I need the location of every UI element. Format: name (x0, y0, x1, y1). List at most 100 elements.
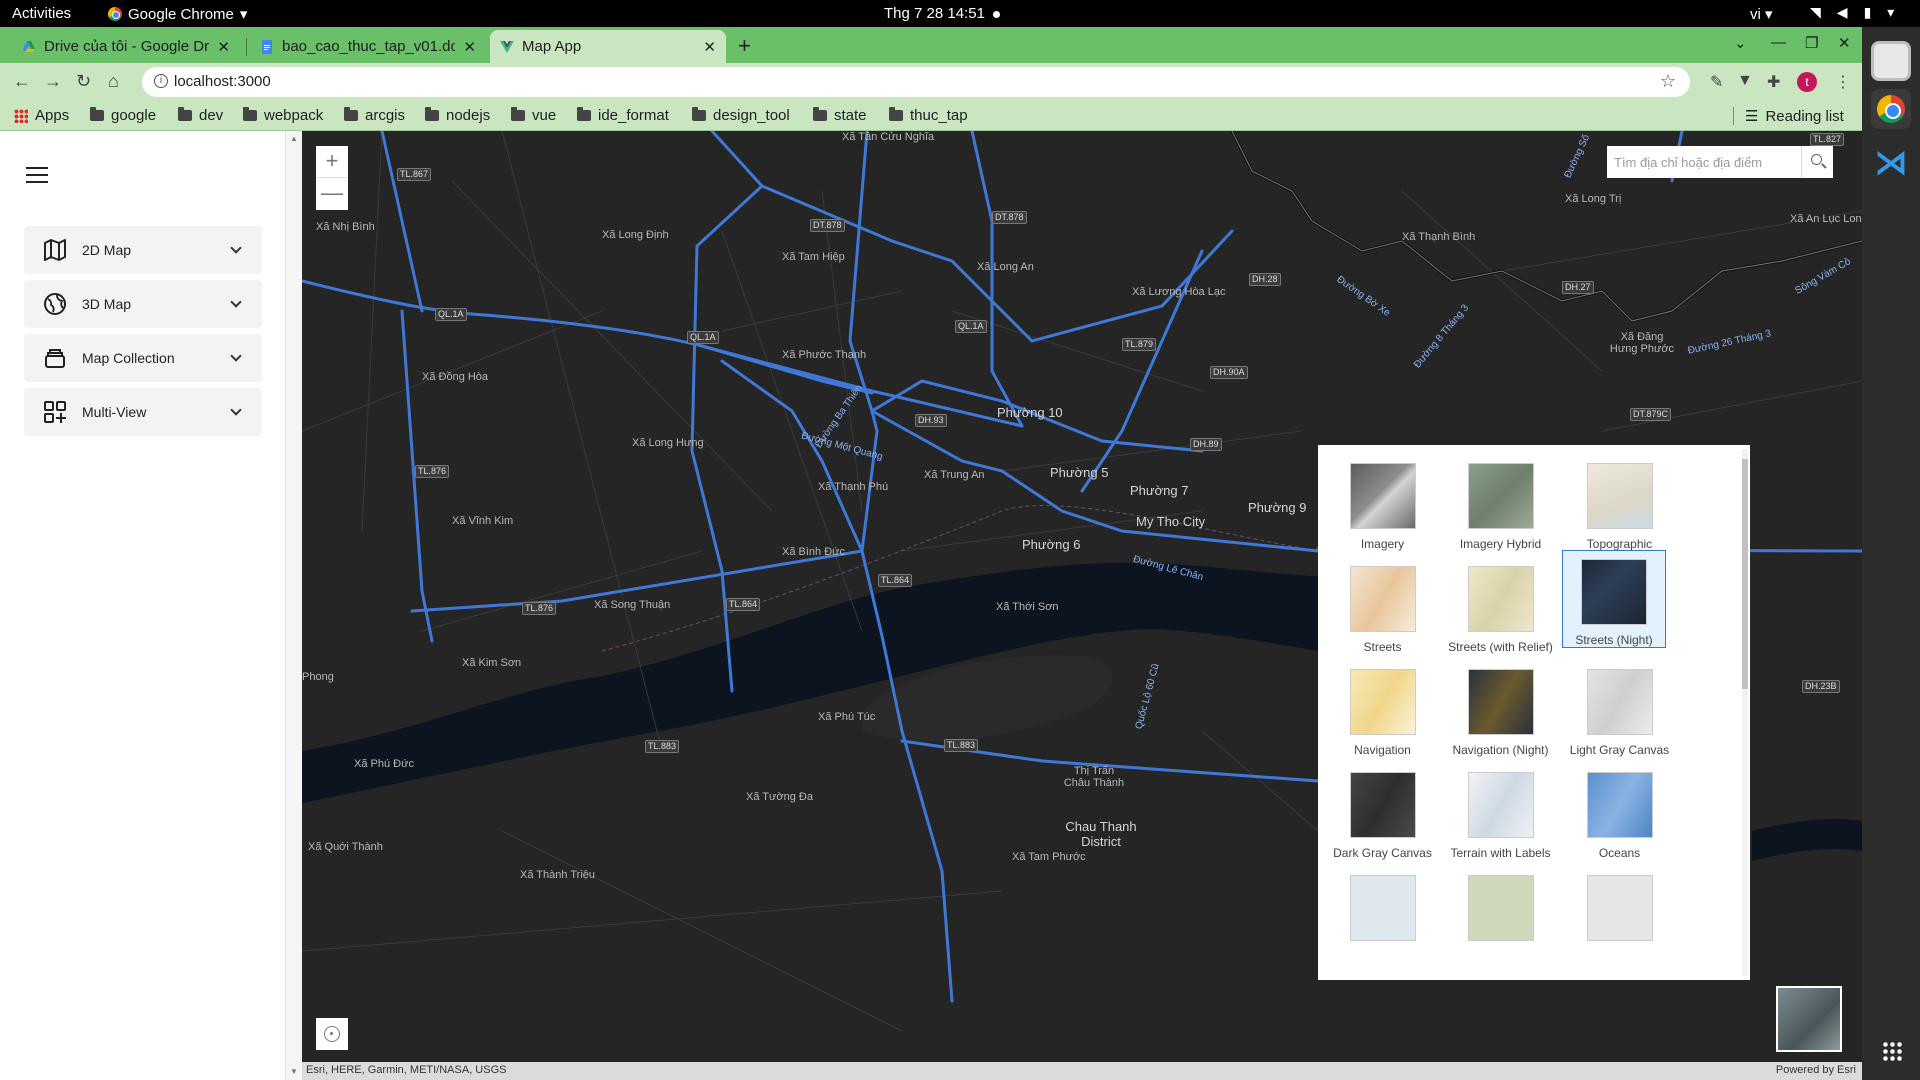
puzzle-icon[interactable]: ✚ (1767, 72, 1780, 92)
powered-by[interactable]: Powered by Esri (1776, 1064, 1856, 1076)
bookmark-apps[interactable]: Apps (14, 107, 69, 124)
sidebar-item-map-collection[interactable]: Map Collection (24, 334, 262, 382)
google-docs-icon (262, 39, 272, 54)
basemap-item-dark-gray[interactable]: Dark Gray Canvas (1330, 764, 1435, 862)
chevron-down-icon[interactable] (230, 296, 242, 308)
tab-docs[interactable]: bao_cao_thuc_tap_v01.do ✕ (250, 30, 486, 63)
new-tab-button[interactable]: + (738, 33, 751, 59)
basemap-item-topographic[interactable]: Topographic (1567, 455, 1672, 553)
folder-icon (577, 107, 591, 121)
map-view[interactable]: Xã Tân Cửu Nghĩa Xã Nhị Bình Xã Long Địn… (302, 131, 1862, 1080)
sidebar-item-multi-view[interactable]: Multi-View (24, 388, 262, 436)
web-page: 2D Map 3D Map Map Collection Multi-View … (0, 131, 1862, 1080)
basemap-thumbnail (1467, 463, 1534, 529)
input-language[interactable]: vi ▾ (1750, 5, 1773, 23)
basemap-item-terrain[interactable]: Terrain with Labels (1448, 764, 1553, 862)
close-icon[interactable]: ✕ (463, 38, 476, 56)
tab-search-icon[interactable]: ⌄ (1734, 34, 1747, 52)
locate-button[interactable] (316, 1018, 348, 1050)
kebab-menu-icon[interactable]: ⋮ (1835, 72, 1851, 92)
basemap-item-light-gray[interactable]: Light Gray Canvas (1567, 661, 1672, 759)
basemap-toggle[interactable] (1776, 986, 1842, 1052)
basemap-item-imagery[interactable]: Imagery (1330, 455, 1435, 553)
chevron-down-icon[interactable] (230, 404, 242, 416)
tab-separator (246, 38, 247, 56)
bookmark-folder[interactable]: arcgis (344, 107, 405, 124)
sidebar-item-2d-map[interactable]: 2D Map (24, 226, 262, 274)
page-scrollbar[interactable]: ▲ ▼ (286, 131, 302, 1080)
basemap-item-imagery-hybrid[interactable]: Imagery Hybrid (1448, 455, 1553, 553)
chevron-down-icon[interactable] (230, 242, 242, 254)
bookmark-folder[interactable]: design_tool (692, 107, 790, 124)
back-icon[interactable]: ← (13, 71, 31, 92)
map-label: Thị Trấn Châu Thành (1063, 765, 1125, 789)
close-icon[interactable]: ✕ (217, 38, 230, 56)
map-label: Xã Kim Sơn (462, 657, 522, 669)
map-label: Xã Trung An (924, 469, 985, 481)
hamburger-menu-icon[interactable] (26, 167, 48, 183)
chevron-down-icon[interactable] (230, 350, 242, 362)
basemap-thumbnail (1586, 669, 1653, 735)
bookmark-folder[interactable]: google (90, 107, 156, 124)
map-label: Xã Long Trị (1565, 193, 1622, 205)
basemap-item-more[interactable] (1567, 867, 1672, 965)
search-input[interactable] (1607, 146, 1801, 178)
tab-drive[interactable]: Drive của tôi - Google Dri ✕ (12, 30, 240, 63)
bookmark-star-icon[interactable]: ☆ (1660, 71, 1676, 92)
sidebar-item-3d-map[interactable]: 3D Map (24, 280, 262, 328)
home-icon[interactable]: ⌂ (108, 71, 119, 92)
battery-icon: ▮ (1863, 4, 1872, 20)
bookmark-folder[interactable]: webpack (243, 107, 323, 124)
map-label: Xã Thạnh Phú (818, 481, 889, 493)
basemap-item-streets-relief[interactable]: Streets (with Relief) (1448, 558, 1553, 656)
bookmark-folder[interactable]: state (813, 107, 867, 124)
bookmark-folder[interactable]: ide_format (577, 107, 669, 124)
close-icon[interactable]: ✕ (703, 38, 716, 56)
bookmark-folder[interactable]: vue (511, 107, 556, 124)
profile-avatar[interactable]: t (1797, 72, 1817, 92)
basemap-item-more[interactable] (1330, 867, 1435, 965)
files-icon[interactable] (1871, 41, 1911, 81)
search-button[interactable] (1801, 146, 1833, 178)
basemap-label: Imagery (1360, 537, 1405, 551)
search-widget (1607, 146, 1833, 178)
clock[interactable]: Thg 7 28 14:51 (884, 5, 985, 22)
basemap-thumbnail (1349, 669, 1416, 735)
scroll-down-icon[interactable]: ▼ (290, 1067, 298, 1076)
forward-icon[interactable]: → (44, 71, 62, 92)
basemap-item-more[interactable] (1448, 867, 1553, 965)
bookmark-folder[interactable]: thuc_tap (889, 107, 968, 124)
map-label: Xã Vĩnh Kim (452, 515, 514, 527)
site-info-icon[interactable]: i (154, 74, 168, 88)
basemap-item-navigation-night[interactable]: Navigation (Night) (1448, 661, 1553, 759)
gallery-scrollbar-thumb[interactable] (1742, 459, 1748, 689)
zoom-out-button[interactable]: — (316, 178, 348, 210)
vscode-icon[interactable]: ⋊ (1871, 143, 1911, 183)
vue-devtools-icon[interactable]: ▼ (1737, 72, 1753, 90)
extension-icon[interactable]: ✎ (1710, 72, 1723, 92)
address-bar[interactable]: i localhost:3000 ☆ (142, 67, 1690, 97)
bookmark-folder[interactable]: dev (178, 107, 223, 124)
reload-icon[interactable]: ↻ (76, 71, 91, 92)
scroll-up-icon[interactable]: ▲ (290, 134, 298, 143)
tab-map-app[interactable]: Map App ✕ (490, 30, 726, 63)
apps-grid-icon (14, 108, 28, 123)
bookmark-folder[interactable]: nodejs (425, 107, 490, 124)
reading-list-button[interactable]: ☰ Reading list (1745, 107, 1844, 126)
maximize-button[interactable]: ❐ (1805, 34, 1818, 52)
basemap-item-streets-night[interactable]: Streets (Night) (1562, 550, 1666, 648)
basemap-item-oceans[interactable]: Oceans (1567, 764, 1672, 862)
show-apps-icon[interactable] (1882, 1041, 1902, 1061)
road-shield: DH.28 (1249, 273, 1281, 286)
zoom-in-button[interactable]: + (316, 146, 348, 178)
minimize-button[interactable]: — (1771, 34, 1786, 51)
basemap-item-streets[interactable]: Streets (1330, 558, 1435, 656)
chrome-icon[interactable] (1871, 89, 1911, 129)
app-menu[interactable]: Google Chrome ▾ (108, 5, 247, 23)
basemap-item-navigation[interactable]: Navigation (1330, 661, 1435, 759)
activities-button[interactable]: Activities (12, 5, 71, 22)
close-window-button[interactable]: ✕ (1838, 34, 1851, 52)
system-tray[interactable]: ◥ ◀ ▮ ▾ (1810, 4, 1894, 21)
tab-title: bao_cao_thuc_tap_v01.do (282, 38, 456, 55)
folder-icon (889, 107, 903, 121)
